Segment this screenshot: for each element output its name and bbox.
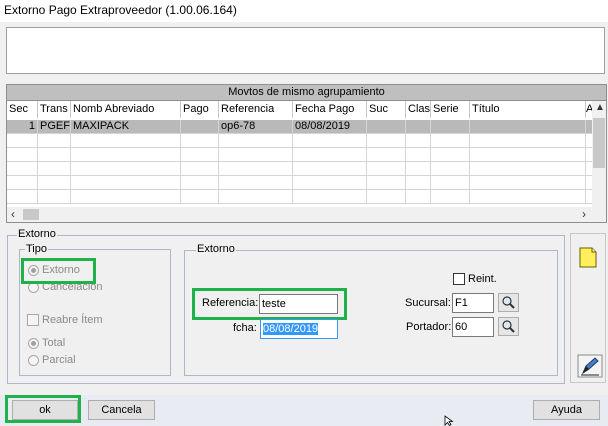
column-header-pago[interactable]: Pago xyxy=(181,101,219,118)
sucursal-label: Sucursal: xyxy=(405,297,451,309)
grid-horizontal-scrollbar[interactable]: ‹ › xyxy=(7,207,606,222)
column-header-referencia[interactable]: Referencia xyxy=(219,101,293,118)
magnifier-icon xyxy=(502,320,515,333)
fcha-input[interactable]: 08/08/2019 xyxy=(260,319,338,339)
empty-row xyxy=(7,162,594,176)
window-title: Extorno Pago Extraproveedor (1.00.06.164… xyxy=(4,3,237,17)
portador-label: Portador: xyxy=(406,321,452,333)
empty-row xyxy=(7,176,594,190)
radio-parcial-label: Parcial xyxy=(42,354,76,366)
column-header-titulo[interactable]: Título xyxy=(470,101,586,118)
cell-pago xyxy=(181,120,219,134)
cell-sec: 1 xyxy=(7,120,38,134)
column-header-serie[interactable]: Serie xyxy=(431,101,470,118)
cancel-button[interactable]: Cancela xyxy=(88,400,155,420)
new-note-button[interactable] xyxy=(576,246,600,270)
cell-trans: PGEF xyxy=(38,120,71,134)
highlight-ok-button xyxy=(5,395,81,423)
reabre-item-label: Reabre Ítem xyxy=(42,314,103,326)
note-icon xyxy=(579,247,597,268)
radio-total-label: Total xyxy=(42,337,66,349)
extorno-inner-group-label: Extorno xyxy=(196,243,236,255)
cell-nomb: MAXIPACK xyxy=(71,120,181,134)
empty-row xyxy=(7,134,594,148)
sucursal-input[interactable]: F1 xyxy=(452,293,494,313)
pen-icon xyxy=(577,354,603,378)
grid-vertical-scrollbar[interactable]: ▲ xyxy=(592,101,606,207)
grid-caption: Movtos de mismo agrupamiento xyxy=(6,84,607,101)
scroll-right-icon[interactable]: › xyxy=(582,207,586,221)
title-bar: Extorno Pago Extraproveedor (1.00.06.164… xyxy=(0,0,608,22)
mouse-cursor-icon xyxy=(444,415,454,426)
radio-total[interactable] xyxy=(28,338,39,349)
reint-checkbox[interactable] xyxy=(453,273,465,285)
column-header-trans[interactable]: Trans xyxy=(38,101,71,118)
cell-clas xyxy=(406,120,431,134)
movements-grid[interactable]: Sec Trans Nomb Abreviado Pago Referencia… xyxy=(6,101,607,223)
table-row[interactable]: 1 PGEF MAXIPACK op6-78 08/08/2019 xyxy=(7,120,594,134)
horizontal-scroll-thumb[interactable] xyxy=(23,209,39,220)
column-header-sec[interactable]: Sec xyxy=(7,101,38,118)
help-button[interactable]: Ayuda xyxy=(533,400,600,420)
highlight-extorno-option xyxy=(21,258,96,284)
tipo-group-label: Tipo xyxy=(25,243,48,255)
reabre-item-checkbox[interactable] xyxy=(27,314,39,326)
observation-textarea[interactable] xyxy=(6,27,605,74)
cell-titulo xyxy=(470,120,586,134)
sucursal-lookup-button[interactable] xyxy=(498,293,519,312)
highlight-referencia xyxy=(192,288,347,320)
column-header-clas[interactable]: Clas xyxy=(406,101,431,118)
cell-referencia: op6-78 xyxy=(219,120,293,134)
fcha-label: fcha: xyxy=(233,322,257,334)
vertical-scroll-thumb[interactable] xyxy=(593,118,605,168)
fcha-value: 08/08/2019 xyxy=(263,323,319,335)
cell-suc xyxy=(367,120,406,134)
column-header-suc[interactable]: Suc xyxy=(367,101,406,118)
extorno-outer-group-label: Extorno xyxy=(17,228,57,240)
empty-row xyxy=(7,148,594,162)
portador-input[interactable]: 60 xyxy=(452,317,494,337)
cell-fecha: 08/08/2019 xyxy=(293,120,367,134)
empty-row xyxy=(7,190,594,204)
scroll-left-icon[interactable]: ‹ xyxy=(11,207,15,221)
cell-serie xyxy=(431,120,470,134)
reint-label: Reint. xyxy=(468,273,497,285)
portador-lookup-button[interactable] xyxy=(498,317,519,336)
magnifier-icon xyxy=(502,296,515,309)
column-header-nomb-abreviado[interactable]: Nomb Abreviado xyxy=(71,101,181,118)
scroll-up-icon[interactable]: ▲ xyxy=(595,102,605,113)
column-header-fecha-pago[interactable]: Fecha Pago xyxy=(293,101,367,118)
edit-tool-button[interactable] xyxy=(577,354,603,378)
radio-parcial[interactable] xyxy=(28,355,39,366)
